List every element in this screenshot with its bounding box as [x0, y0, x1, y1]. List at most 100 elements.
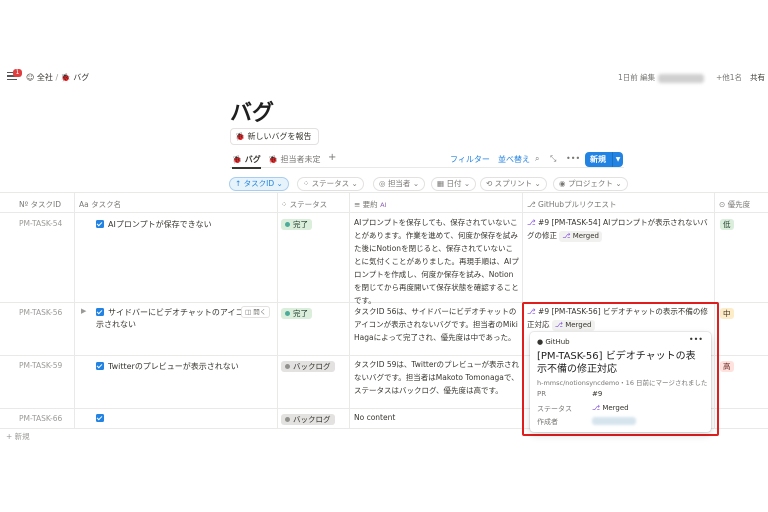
status-badge[interactable]: バックログ [281, 414, 335, 425]
open-label: 開く [253, 308, 267, 316]
column-header-priority[interactable]: ⊙ 優先度 [719, 199, 750, 210]
column-divider [74, 192, 75, 429]
task-id: PM-TASK-54 [19, 219, 63, 228]
pr-title: #9 [PM-TASK-54] AIプロンプトが表示されないバグの修正 [527, 218, 708, 240]
status-text: 完了 [293, 309, 308, 318]
add-row-label: 新規 [14, 432, 30, 441]
checkbox-icon[interactable] [96, 308, 104, 316]
filter-chip-status[interactable]: ⁘ ステータス ⌄ [297, 177, 364, 191]
more-options-icon[interactable]: ••• [566, 154, 580, 163]
status-text: バックログ [293, 415, 331, 424]
task-name[interactable]: Twitterのプレビューが表示されない [96, 361, 239, 372]
more-options-icon[interactable]: ••• [689, 335, 703, 344]
merged-text: Merged [572, 232, 599, 240]
column-header-status[interactable]: ⁘ ステータス [281, 199, 327, 210]
ai-icon: AI [380, 201, 387, 209]
popup-pr-label: PR [537, 390, 547, 398]
priority-badge[interactable]: 高 [720, 361, 734, 372]
resize-icon[interactable]: ⤡ [550, 154, 556, 164]
bug-icon: 🐞 [60, 73, 71, 82]
priority-badge[interactable]: 低 [720, 219, 734, 230]
filter-chip-label: スプリント [494, 179, 533, 188]
popup-status-label: ステータス [537, 405, 572, 413]
column-header-github[interactable]: ⎇ GitHubプルリクエスト [527, 199, 617, 210]
status-text: 完了 [293, 220, 308, 229]
popup-pr-value: #9 [592, 390, 603, 398]
task-name[interactable]: AIプロンプトが保存できない [96, 219, 212, 230]
share-button[interactable]: 共有 [750, 72, 765, 83]
column-divider [277, 192, 278, 429]
edited-status: 1日前 編集 [618, 72, 704, 83]
merged-badge: ⎇ Merged [559, 231, 602, 242]
column-header-label: GitHubプルリクエスト [538, 200, 617, 209]
filter-chip-label: 担当者 [387, 179, 411, 188]
bug-icon: 🐞 [268, 155, 278, 164]
filter-button[interactable]: フィルター [450, 154, 490, 165]
priority-badge[interactable]: 中 [720, 308, 734, 319]
column-header-name[interactable]: Aa タスク名 [79, 199, 121, 210]
popup-status-text: Merged [602, 404, 629, 412]
tab-label: バグ [244, 155, 261, 164]
status-dot-icon [285, 364, 290, 369]
view-tabs: 🐞 バグ 🐞 担当者未定 + フィルター 並べ替え ⌕ ⤡ ••• [230, 151, 624, 169]
popup-title[interactable]: [PM-TASK-56] ビデオチャットの表示不備の修正対応 [537, 350, 705, 376]
header-divider [0, 212, 768, 213]
breadcrumb-root[interactable]: 全社 [37, 73, 53, 82]
merge-icon: ⎇ [527, 218, 536, 227]
search-icon[interactable]: ⌕ [535, 154, 539, 164]
expand-icon[interactable]: ▶ [81, 307, 86, 315]
edited-time: 1日前 編集 [618, 73, 656, 82]
status-badge[interactable]: 完了 [281, 219, 312, 230]
bug-icon: 🐞 [235, 132, 245, 141]
filter-chip-project[interactable]: ◉ プロジェクト ⌄ [553, 177, 628, 191]
sort-button[interactable]: 並べ替え [498, 154, 530, 165]
filter-chip-label: ステータス [311, 179, 350, 188]
open-icon: ◫ [245, 308, 252, 316]
column-header-summary[interactable]: ≡ 要約 AI [354, 199, 386, 210]
github-pr-link[interactable]: ⎇ #9 [PM-TASK-54] AIプロンプトが表示されないバグの修正 ⎇ … [527, 216, 715, 242]
filter-chip-task-id[interactable]: ↑ タスクID ⌄ [229, 177, 289, 191]
checkbox-icon[interactable] [96, 220, 104, 228]
status-dot-icon [285, 222, 290, 227]
status-badge[interactable]: バックログ [281, 361, 335, 372]
column-header-label: タスク名 [91, 200, 122, 209]
new-button[interactable]: 新規 ▼ [585, 152, 623, 167]
add-view-icon[interactable]: + [328, 152, 336, 163]
status-text: バックログ [293, 362, 331, 371]
new-bug-label: 新しいバグを報告 [247, 132, 312, 141]
checkbox-icon[interactable] [96, 414, 104, 422]
breadcrumb-separator: / [55, 73, 59, 82]
breadcrumb: ☺ 全社 / 🐞 バグ [26, 72, 89, 83]
popup-source: ● GitHub [537, 338, 570, 346]
column-header-id[interactable]: Nº タスクID [19, 199, 61, 210]
bug-icon: 🐞 [232, 155, 242, 164]
task-id: PM-TASK-59 [19, 361, 63, 370]
task-id: PM-TASK-66 [19, 414, 63, 423]
task-id: PM-TASK-56 [19, 308, 63, 317]
table-top-border [0, 192, 768, 193]
status-dot-icon [285, 311, 290, 316]
popup-source-label: GitHub [545, 338, 570, 346]
column-divider [349, 192, 350, 429]
filter-chip-date[interactable]: ▦ 日付 ⌄ [431, 177, 477, 191]
tab-label: 担当者未定 [280, 155, 321, 164]
checkbox-icon[interactable] [96, 362, 104, 370]
add-row-button[interactable]: + 新規 [6, 431, 30, 442]
task-name[interactable] [96, 414, 108, 423]
others-count[interactable]: +他1名 [716, 72, 742, 83]
filter-chip-assignee[interactable]: ◎ 担当者 ⌄ [373, 177, 426, 191]
new-bug-button[interactable]: 🐞 新しいバグを報告 [230, 128, 319, 145]
notification-badge: 1 [13, 69, 22, 77]
open-button[interactable]: ◫ 開く [241, 306, 271, 318]
filter-chip-label: 日付 [446, 179, 462, 188]
filter-chip-label: プロジェクト [567, 179, 613, 188]
breadcrumb-page[interactable]: バグ [73, 73, 89, 82]
filter-chip-sprint[interactable]: ⟲ スプリント ⌄ [480, 177, 547, 191]
summary-text: タスクID 56は、サイドバーにビデオチャットのアイコンが表示されないバグです。… [354, 307, 518, 342]
new-button-label: 新規 [590, 155, 606, 164]
tab-unassigned[interactable]: 🐞 担当者未定 [268, 154, 321, 165]
tab-bugs[interactable]: 🐞 バグ [232, 154, 261, 169]
column-header-label: タスクID [30, 200, 62, 209]
chevron-down-icon[interactable]: ▼ [612, 152, 623, 167]
status-badge[interactable]: 完了 [281, 308, 312, 319]
